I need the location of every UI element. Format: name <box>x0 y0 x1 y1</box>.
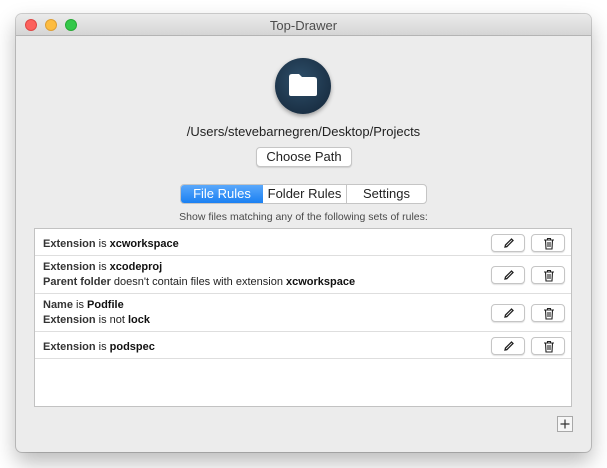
rules-tab-control: File Rules Folder Rules Settings <box>180 184 427 204</box>
rule-line: Extension is xcodeproj <box>43 261 163 273</box>
rule-line: Name is Podfile <box>43 299 124 311</box>
rule-line: Parent folder doesn't contain files with… <box>43 276 356 288</box>
pencil-icon <box>504 308 514 318</box>
tab-settings[interactable]: Settings <box>347 185 426 203</box>
title-bar[interactable]: Top-Drawer <box>16 14 591 36</box>
tab-folder-rules[interactable]: Folder Rules <box>263 185 347 203</box>
rule-row[interactable]: Extension is xcodeproj Parent folder doe… <box>35 256 571 294</box>
rule-row[interactable]: Extension is xcworkspace <box>35 229 571 256</box>
project-path-label: /Users/stevebarnegren/Desktop/Projects <box>186 124 421 139</box>
rules-list: Extension is xcworkspace Extension is xc… <box>34 228 572 407</box>
trash-icon <box>544 307 554 320</box>
edit-rule-button[interactable] <box>491 304 525 322</box>
rule-line: Extension is podspec <box>43 341 155 353</box>
delete-rule-button[interactable] <box>531 337 565 355</box>
app-window: Top-Drawer /Users/stevebarnegren/Desktop… <box>16 14 591 452</box>
pencil-icon <box>504 270 514 280</box>
folder-icon <box>275 58 331 114</box>
pencil-icon <box>504 341 514 351</box>
edit-rule-button[interactable] <box>491 266 525 284</box>
rules-caption: Show files matching any of the following… <box>179 211 428 223</box>
delete-rule-button[interactable] <box>531 304 565 322</box>
trash-icon <box>544 340 554 353</box>
choose-path-button[interactable]: Choose Path <box>256 147 352 167</box>
edit-rule-button[interactable] <box>491 337 525 355</box>
add-rule-button[interactable] <box>557 416 573 432</box>
rule-line: Extension is not lock <box>43 314 150 326</box>
trash-icon <box>544 269 554 282</box>
delete-rule-button[interactable] <box>531 234 565 252</box>
delete-rule-button[interactable] <box>531 266 565 284</box>
window-title: Top-Drawer <box>269 18 338 33</box>
tab-file-rules[interactable]: File Rules <box>181 185 263 203</box>
trash-icon <box>544 237 554 250</box>
rule-row[interactable]: Name is Podfile Extension is not lock <box>35 294 571 332</box>
rule-row[interactable]: Extension is podspec <box>35 332 571 359</box>
edit-rule-button[interactable] <box>491 234 525 252</box>
pencil-icon <box>504 238 514 248</box>
plus-icon <box>560 419 570 429</box>
rule-line: Extension is xcworkspace <box>43 238 179 250</box>
